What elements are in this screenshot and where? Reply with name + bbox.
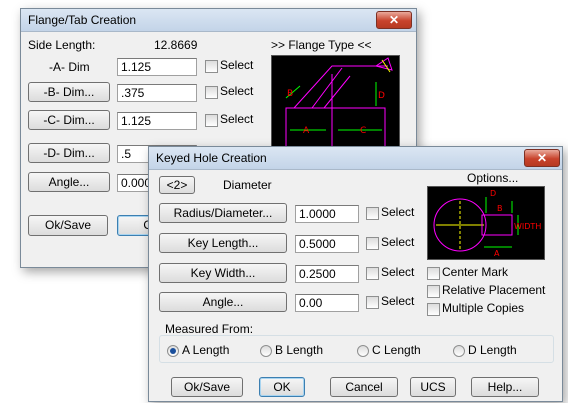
radius-select-label: Select [381,205,415,219]
keyed-angle-button-label: Angle... [202,295,244,309]
key-length-input[interactable] [295,235,359,253]
flange-dialog-title: Flange/Tab Creation [28,13,137,27]
diameter-label: Diameter [223,178,272,192]
keyed-hole-preview[interactable]: D B WIDTH A [427,186,545,260]
close-icon: ✕ [536,151,548,165]
a-dim-label: -A- Dim [49,60,90,74]
c-dim-select-label: Select [220,112,254,126]
keyed-preview-a-label: A [494,249,500,258]
keyed-preview-width-label: WIDTH [514,222,541,231]
keyed-cancel-label: Cancel [345,380,383,394]
radio-a-length-label: A Length [182,343,230,357]
flange-type-diagram: A B C D [285,57,393,149]
key-width-button-label: Key Width... [190,266,256,280]
preview-c-label: C [360,126,366,136]
radius-diameter-button[interactable]: Radius/Diameter... [159,203,287,223]
radio-b-length[interactable] [260,345,272,357]
a-dim-input[interactable] [117,58,197,76]
c-dim-select-checkbox[interactable] [205,114,218,127]
keyed-hole-dialog: Keyed Hole Creation ✕ <2> Diameter Optio… [148,146,563,402]
key-length-button-label: Key Length... [187,236,259,250]
key-width-select-label: Select [381,265,415,279]
flange-close-button[interactable]: ✕ [376,11,412,29]
keyed-cancel-button[interactable]: Cancel [330,377,398,397]
c-dim-input[interactable] [117,112,197,130]
keyed-title-bar[interactable]: Keyed Hole Creation ✕ [149,147,562,170]
d-dim-button-label: -D- Dim... [43,146,95,160]
keyed-preview-b-label: B [497,204,503,213]
center-mark-label: Center Mark [442,265,509,279]
side-length-label: Side Length: [28,38,96,52]
keyed-angle-button[interactable]: Angle... [159,292,287,312]
preview-b-label: B [287,89,293,99]
key-width-button[interactable]: Key Width... [159,263,287,283]
radio-d-length-label: D Length [468,343,517,357]
keyed-ok-save-label: Ok/Save [183,380,231,394]
key-width-input[interactable] [295,265,359,283]
measured-from-label: Measured From: [165,322,254,336]
keyed-angle-select-checkbox[interactable] [366,296,379,309]
key-width-select-checkbox[interactable] [366,267,379,280]
flange-angle-button[interactable]: Angle... [28,172,110,192]
key-length-select-label: Select [381,235,415,249]
radio-a-length[interactable] [167,345,179,357]
keyed-angle-select-label: Select [381,294,415,308]
keyed-hole-diagram: D B WIDTH A [433,189,541,258]
side-length-value: 12.8669 [154,38,198,52]
flange-title-bar[interactable]: Flange/Tab Creation ✕ [21,9,416,32]
key-length-select-checkbox[interactable] [366,237,379,250]
keyed-preview-d-label: D [490,189,496,198]
c-dim-button-label: -C- Dim... [43,113,95,127]
radius-toggle-label: <2> [166,178,188,192]
center-mark-checkbox[interactable] [427,267,440,280]
keyed-dialog-title: Keyed Hole Creation [156,151,267,165]
flange-preview[interactable]: A B C D [271,55,400,152]
d-dim-button[interactable]: -D- Dim... [28,143,110,163]
a-dim-select-label: Select [220,58,254,72]
key-length-button[interactable]: Key Length... [159,233,287,253]
flange-angle-button-label: Angle... [48,175,90,189]
keyed-help-button[interactable]: Help... [471,377,539,397]
radius-toggle-button[interactable]: <2> [159,176,195,194]
preview-a-label: A [303,126,310,136]
keyed-ucs-button[interactable]: UCS [410,377,456,397]
flange-type-label[interactable]: >> Flange Type << [271,38,372,52]
radius-input[interactable] [295,205,359,223]
keyed-close-button[interactable]: ✕ [524,149,560,167]
preview-d-label: D [378,91,385,101]
b-dim-button[interactable]: -B- Dim... [28,82,110,102]
b-dim-select-label: Select [220,84,254,98]
a-dim-select-checkbox[interactable] [205,60,218,73]
keyed-angle-input[interactable] [295,294,359,312]
radio-b-length-label: B Length [275,343,324,357]
b-dim-select-checkbox[interactable] [205,86,218,99]
radio-d-length[interactable] [453,345,465,357]
options-label[interactable]: Options... [467,171,518,185]
keyed-ok-save-button[interactable]: Ok/Save [171,377,243,397]
keyed-help-label: Help... [487,380,523,394]
radius-select-checkbox[interactable] [366,207,379,220]
b-dim-input[interactable] [117,84,197,102]
radio-c-length-label: C Length [372,343,421,357]
c-dim-button[interactable]: -C- Dim... [28,110,110,130]
keyed-ucs-label: UCS [420,380,446,394]
flange-ok-save-button[interactable]: Ok/Save [28,215,108,236]
relative-placement-label: Relative Placement [442,283,546,297]
close-icon: ✕ [388,13,400,27]
keyed-ok-button[interactable]: OK [259,377,305,397]
relative-placement-checkbox[interactable] [427,285,440,298]
b-dim-button-label: -B- Dim... [43,85,95,99]
keyed-ok-label: OK [273,380,291,394]
radio-c-length[interactable] [357,345,369,357]
multiple-copies-label: Multiple Copies [442,301,525,315]
multiple-copies-checkbox[interactable] [427,303,440,316]
flange-ok-save-label: Ok/Save [44,218,92,232]
radius-diameter-button-label: Radius/Diameter... [173,206,273,220]
